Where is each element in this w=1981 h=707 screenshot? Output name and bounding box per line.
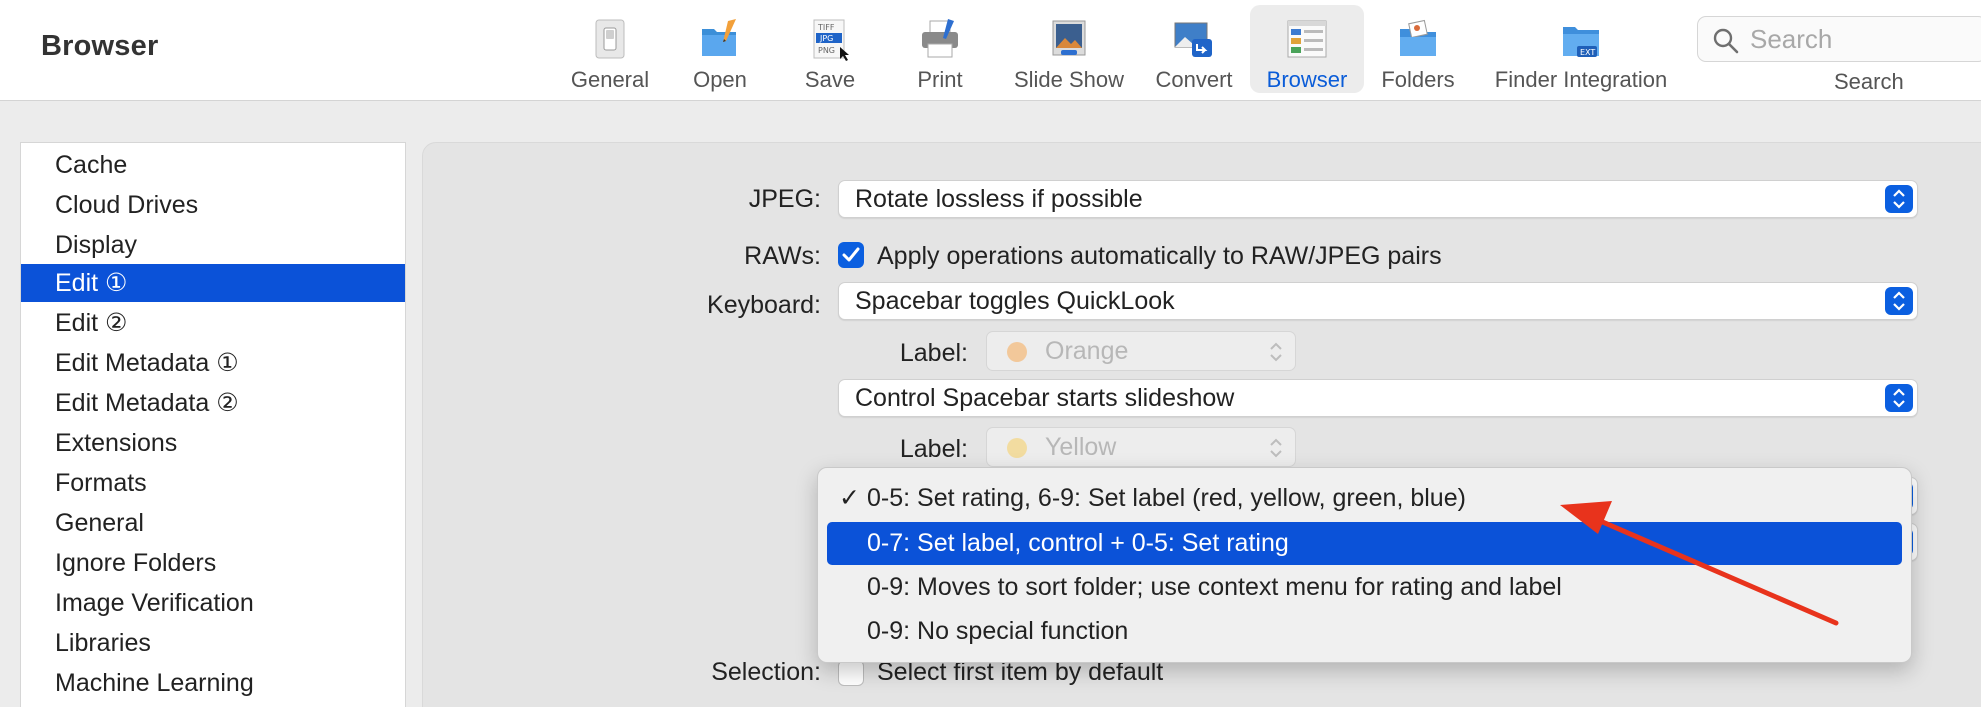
toolbar-label-browser: Browser [1266,67,1348,92]
keyboard-popup[interactable]: Spacebar toggles QuickLook [838,282,1918,320]
svg-text:PNG: PNG [818,46,835,55]
sidebar-item-edit-1[interactable]: Edit ① [21,264,405,302]
label1-label: Label: [899,339,968,367]
menu-item-label: 0-7: Set label, control + 0-5: Set ratin… [867,529,1289,557]
printer-icon [922,19,958,58]
sidebar-item-image-verification[interactable]: Image Verification [21,584,405,622]
sidebar-item-formats[interactable]: Formats [21,464,405,502]
window-title: Browser [41,30,159,62]
svg-text:EXT: EXT [1580,48,1595,57]
menu-item-set-label-control-rating[interactable]: 0-7: Set label, control + 0-5: Set ratin… [827,522,1902,565]
toolbar-browser[interactable]: Browser [1250,5,1364,93]
toolbar-slideshow[interactable]: Slide Show [1004,5,1134,93]
preferences-toolbar: Browser General Open TIFF JPG PNG Save P… [0,0,1981,101]
label1-popup[interactable]: Orange [986,331,1296,371]
sidebar-item-edit-metadata-2[interactable]: Edit Metadata ② [21,384,405,422]
toolbar-general[interactable]: General [560,5,660,93]
svg-text:JPG: JPG [819,34,833,43]
updown-chevron-icon [1270,342,1282,362]
slideshow-icon [1052,20,1086,56]
checkmark-icon [842,247,860,262]
sidebar-item-display[interactable]: Display [21,226,405,264]
keyboard-popup-value: Spacebar toggles QuickLook [855,287,1175,315]
toolbar-label-folders: Folders [1381,67,1455,92]
sidebar-item-cache[interactable]: Cache [21,146,405,184]
search-icon [1713,28,1739,54]
browser-window-icon [1287,20,1327,58]
sidebar-item-extensions[interactable]: Extensions [21,424,405,462]
toolbar-label-open: Open [693,67,747,92]
toolbar-finder-integration[interactable]: EXT Finder Integration [1476,5,1686,93]
toolbar-print[interactable]: Print [896,5,984,93]
toolbar-label-finder-integration: Finder Integration [1494,67,1668,92]
menu-item-label: 0-9: No special function [867,617,1129,645]
sidebar-item-libraries[interactable]: Libraries [21,624,405,662]
raws-checkbox-text: Apply operations automatically to RAW/JP… [877,242,1442,270]
selection-checkbox[interactable] [838,660,864,686]
menu-item-sort-folder[interactable]: 0-9: Moves to sort folder; use context m… [827,566,1902,609]
search-field[interactable] [1697,16,1981,62]
toolbar-folders[interactable]: Folders [1370,5,1466,93]
control-spacebar-popup-value: Control Spacebar starts slideshow [855,384,1235,412]
selection-label: Selection: [711,658,821,686]
toolbar-label-convert: Convert [1155,67,1233,92]
sidebar-item-cloud-drives[interactable]: Cloud Drives [21,186,405,224]
keyboard-label: Keyboard: [707,291,821,319]
menu-item-no-function[interactable]: 0-9: No special function [827,610,1902,653]
popup-stepper-icon [1885,185,1913,213]
menu-item-rating-label[interactable]: ✓ 0-5: Set rating, 6-9: Set label (red, … [827,477,1902,520]
sidebar-item-ignore-folders[interactable]: Ignore Folders [21,544,405,582]
general-switch-icon [595,19,625,59]
toolbar-label-save: Save [804,67,856,92]
label2-label: Label: [899,435,968,463]
save-formats-icon: TIFF JPG PNG [813,19,849,61]
search-input[interactable] [1750,23,1970,55]
convert-icon [1174,22,1212,57]
label2-popup[interactable]: Yellow [986,427,1296,467]
finder-integration-icon: EXT [1563,27,1599,57]
toolbar-convert[interactable]: Convert [1144,5,1244,93]
sidebar-item-machine-learning[interactable]: Machine Learning [21,664,405,702]
popup-stepper-icon [1885,384,1913,412]
toolbar-label-general: General [570,67,650,92]
jpeg-label: JPEG: [748,185,821,213]
toolbar-open[interactable]: Open [676,5,764,93]
label2-popup-value: Yellow [1045,433,1117,461]
sidebar-item-general[interactable]: General [21,504,405,542]
toolbar-label-slideshow: Slide Show [1013,67,1125,92]
keyboard-shortcut-menu: ✓ 0-5: Set rating, 6-9: Set label (red, … [817,467,1912,663]
menu-item-label: 0-5: Set rating, 6-9: Set label (red, ye… [867,484,1466,512]
checkmark-icon: ✓ [839,484,860,512]
raws-checkbox[interactable] [838,242,864,268]
menu-item-label: 0-9: Moves to sort folder; use context m… [867,573,1562,601]
updown-chevron-icon [1270,438,1282,458]
folders-icon [1400,19,1436,56]
open-folder-icon [702,19,736,56]
sidebar-item-edit-2[interactable]: Edit ② [21,304,405,342]
toolbar-save[interactable]: TIFF JPG PNG Save [784,5,876,93]
label1-popup-value: Orange [1045,337,1129,365]
jpeg-popup[interactable]: Rotate lossless if possible [838,180,1918,218]
control-spacebar-popup[interactable]: Control Spacebar starts slideshow [838,379,1918,417]
yellow-label-dot-icon [1007,438,1027,458]
orange-label-dot-icon [1007,342,1027,362]
sidebar-item-edit-metadata-1[interactable]: Edit Metadata ① [21,344,405,382]
toolbar-label-print: Print [917,67,963,92]
preferences-sidebar: Cache Cloud Drives Display Edit ① Edit ②… [20,142,406,707]
jpeg-popup-value: Rotate lossless if possible [855,185,1143,213]
svg-text:TIFF: TIFF [817,23,835,32]
search-toolbar-label: Search [1834,69,1904,94]
popup-stepper-icon [1885,287,1913,315]
raws-label: RAWs: [744,242,821,270]
